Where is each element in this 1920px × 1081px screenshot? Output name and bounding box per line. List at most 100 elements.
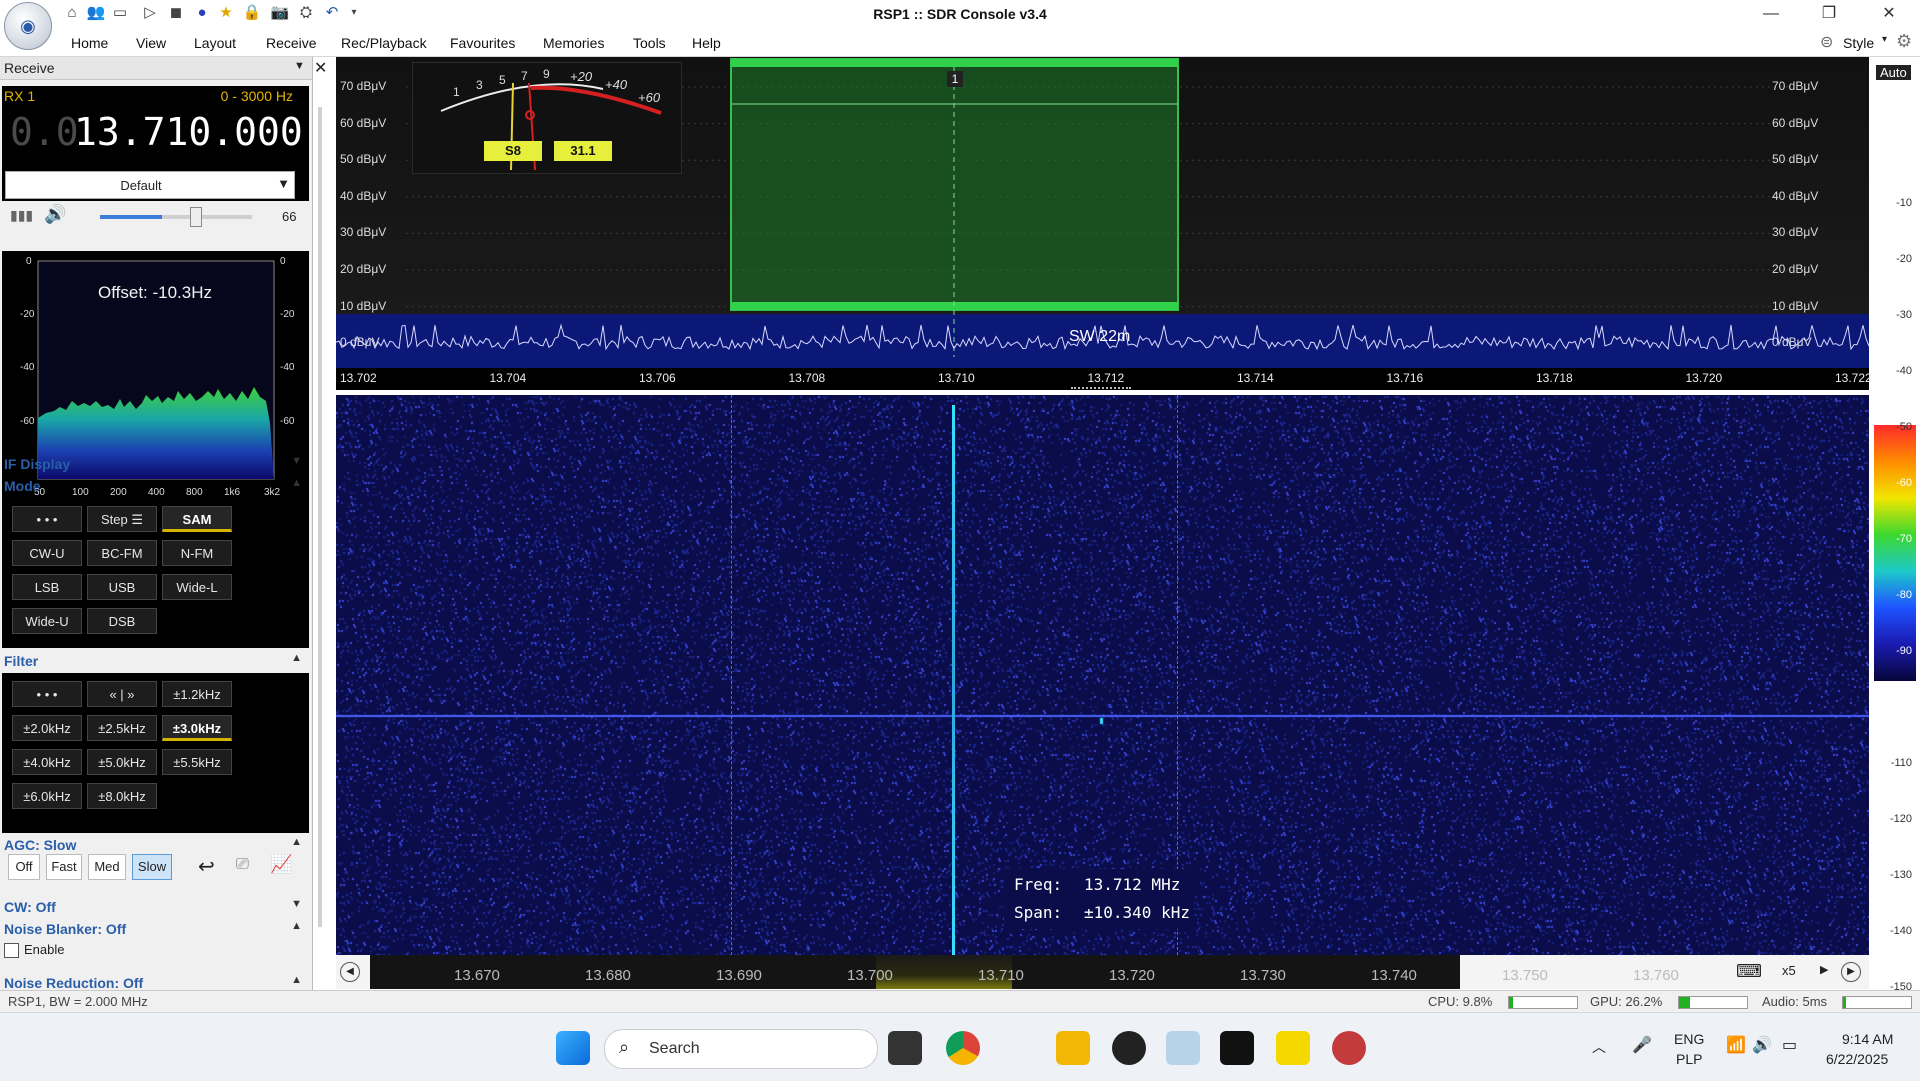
wifi-icon[interactable]: 📶: [1726, 1035, 1746, 1055]
level-bars-icon[interactable]: ▮▮▮: [10, 207, 33, 224]
collapse-icon[interactable]: ▲: [291, 477, 302, 489]
home-icon[interactable]: ⌂: [62, 3, 82, 23]
mode-button[interactable]: Wide-L: [162, 574, 232, 600]
mode-button[interactable]: LSB: [12, 574, 82, 600]
undo-icon[interactable]: ↶: [322, 3, 342, 23]
mode-button[interactable]: BC-FM: [87, 540, 157, 566]
agc-undo-icon[interactable]: ↩: [198, 854, 215, 879]
speaker-icon[interactable]: 🔊: [44, 204, 66, 225]
filter-button[interactable]: ±5.5kHz: [162, 749, 232, 775]
color-palette-bar[interactable]: [1874, 425, 1916, 681]
agc-graph-icon[interactable]: 📈: [270, 854, 292, 875]
agc-button[interactable]: Fast: [46, 854, 82, 880]
mode-section[interactable]: Mode ▲: [0, 476, 310, 496]
menu-help[interactable]: Help: [692, 35, 721, 51]
menu-tools[interactable]: Tools: [633, 35, 666, 51]
tray-chevron-icon[interactable]: ︿: [1592, 1037, 1606, 1057]
menu-rec-playback[interactable]: Rec/Playback: [341, 35, 427, 51]
enable-checkbox[interactable]: [4, 943, 19, 958]
menu-home[interactable]: Home: [71, 35, 108, 51]
clock-time[interactable]: 9:14 AM: [1842, 1031, 1893, 1047]
mode-button[interactable]: SAM: [162, 506, 232, 532]
style-menu[interactable]: Style: [1843, 35, 1874, 51]
menu-receive[interactable]: Receive: [266, 35, 317, 51]
volume-thumb[interactable]: [190, 207, 203, 227]
waterfall-display[interactable]: Freq: 13.712 MHz Span: ±10.340 kHz: [336, 395, 1869, 955]
sdr-console-icon[interactable]: [1332, 1031, 1366, 1065]
file-explorer-icon[interactable]: [1056, 1031, 1090, 1065]
panel-pin-icon[interactable]: ▼: [294, 60, 305, 72]
agc-button[interactable]: Slow: [132, 854, 172, 880]
player-icon[interactable]: [1276, 1031, 1310, 1065]
frequency-readout[interactable]: 13.710.000: [74, 110, 303, 154]
tuning-scale[interactable]: 13.670 13.680 13.690 13.700 13.710 13.720 13.7…: [370, 955, 1679, 989]
volume-slider[interactable]: [100, 207, 252, 227]
mode-button[interactable]: • • •: [12, 506, 82, 532]
if-display-section[interactable]: IF Display ▼: [0, 454, 310, 474]
circle-icon[interactable]: ●: [192, 3, 212, 23]
filter-button[interactable]: ±6.0kHz: [12, 783, 82, 809]
collapse-icon[interactable]: ▲: [291, 920, 302, 932]
expand-icon[interactable]: ▼: [291, 455, 302, 467]
zoom-level[interactable]: x5: [1782, 963, 1796, 978]
agc-button[interactable]: Off: [8, 854, 40, 880]
passband-top[interactable]: [731, 59, 1178, 67]
noise-blanker-section[interactable]: Noise Blanker: Off ▲: [0, 919, 310, 939]
play-icon[interactable]: ▷: [140, 3, 160, 23]
input-language-2[interactable]: PLP: [1676, 1051, 1702, 1067]
filter-button[interactable]: ±2.0kHz: [12, 715, 82, 741]
folder-icon[interactable]: ▭: [110, 3, 130, 23]
splitter-handle[interactable]: [1071, 387, 1131, 392]
stop-icon[interactable]: ◼: [166, 3, 186, 23]
menu-memories[interactable]: Memories: [543, 35, 604, 51]
cw-section[interactable]: CW: Off ▼: [0, 897, 310, 917]
filter-button[interactable]: ±1.2kHz: [162, 681, 232, 707]
lock-icon[interactable]: 🔒: [242, 3, 262, 23]
keyboard-icon[interactable]: ⌨: [1736, 961, 1762, 982]
spectrum-display[interactable]: 1 3 5 7 9 +20 +40 +60 S8 31.1 1 SW 22m 7…: [336, 57, 1872, 392]
terminal-icon[interactable]: [1220, 1031, 1254, 1065]
collapse-icon[interactable]: ▲: [291, 652, 302, 664]
volume-icon[interactable]: 🔊: [1752, 1035, 1772, 1055]
quick-access-dropdown-icon[interactable]: ▾: [344, 3, 364, 23]
panel-close-icon[interactable]: ✕: [314, 58, 327, 78]
mode-button[interactable]: USB: [87, 574, 157, 600]
microphone-icon[interactable]: 🎤: [1632, 1035, 1652, 1055]
expand-icon[interactable]: ▼: [291, 898, 302, 910]
app-menu-button[interactable]: ◉: [4, 2, 52, 50]
filter-button[interactable]: ±5.0kHz: [87, 749, 157, 775]
task-view-icon[interactable]: [888, 1031, 922, 1065]
filter-button[interactable]: • • •: [12, 681, 82, 707]
battery-icon[interactable]: ▭: [1782, 1035, 1797, 1055]
frequency-leading-digits[interactable]: 0.0: [10, 110, 79, 154]
taskbar-search[interactable]: ⌕ Search: [604, 1029, 878, 1069]
mode-button[interactable]: DSB: [87, 608, 157, 634]
preset-dropdown[interactable]: Default ▼: [5, 171, 295, 199]
app-icon[interactable]: [1166, 1031, 1200, 1065]
collapse-icon[interactable]: ▲: [291, 836, 302, 848]
input-language-1[interactable]: ENG: [1674, 1031, 1704, 1047]
panel-scrollbar[interactable]: [318, 107, 322, 927]
menu-layout[interactable]: Layout: [194, 35, 236, 51]
mode-button[interactable]: N-FM: [162, 540, 232, 566]
windows-start-icon[interactable]: [556, 1031, 590, 1065]
mode-button[interactable]: Step ☰: [87, 506, 157, 532]
favourite-star-icon[interactable]: ★: [216, 3, 236, 23]
collapse-icon[interactable]: ▲: [291, 974, 302, 986]
chrome-icon[interactable]: [946, 1031, 980, 1065]
scroll-right-icon[interactable]: ▶: [1841, 962, 1861, 982]
filter-section[interactable]: Filter ▲: [0, 651, 310, 671]
close-icon[interactable]: ✕: [1866, 0, 1912, 28]
minimize-icon[interactable]: —: [1748, 0, 1794, 28]
restore-icon[interactable]: ❐: [1806, 0, 1852, 28]
menu-view[interactable]: View: [136, 35, 166, 51]
agc-tools-icon[interactable]: ⎚: [236, 856, 249, 874]
mode-button[interactable]: CW-U: [12, 540, 82, 566]
users-icon[interactable]: 👥: [86, 3, 106, 23]
scroll-left-icon[interactable]: ◀: [340, 962, 360, 982]
auto-level-button[interactable]: Auto: [1876, 65, 1911, 80]
filter-button[interactable]: ±4.0kHz: [12, 749, 82, 775]
filter-button[interactable]: « | »: [87, 681, 157, 707]
agc-button[interactable]: Med: [88, 854, 126, 880]
zoom-next-icon[interactable]: ▶: [1820, 963, 1828, 976]
